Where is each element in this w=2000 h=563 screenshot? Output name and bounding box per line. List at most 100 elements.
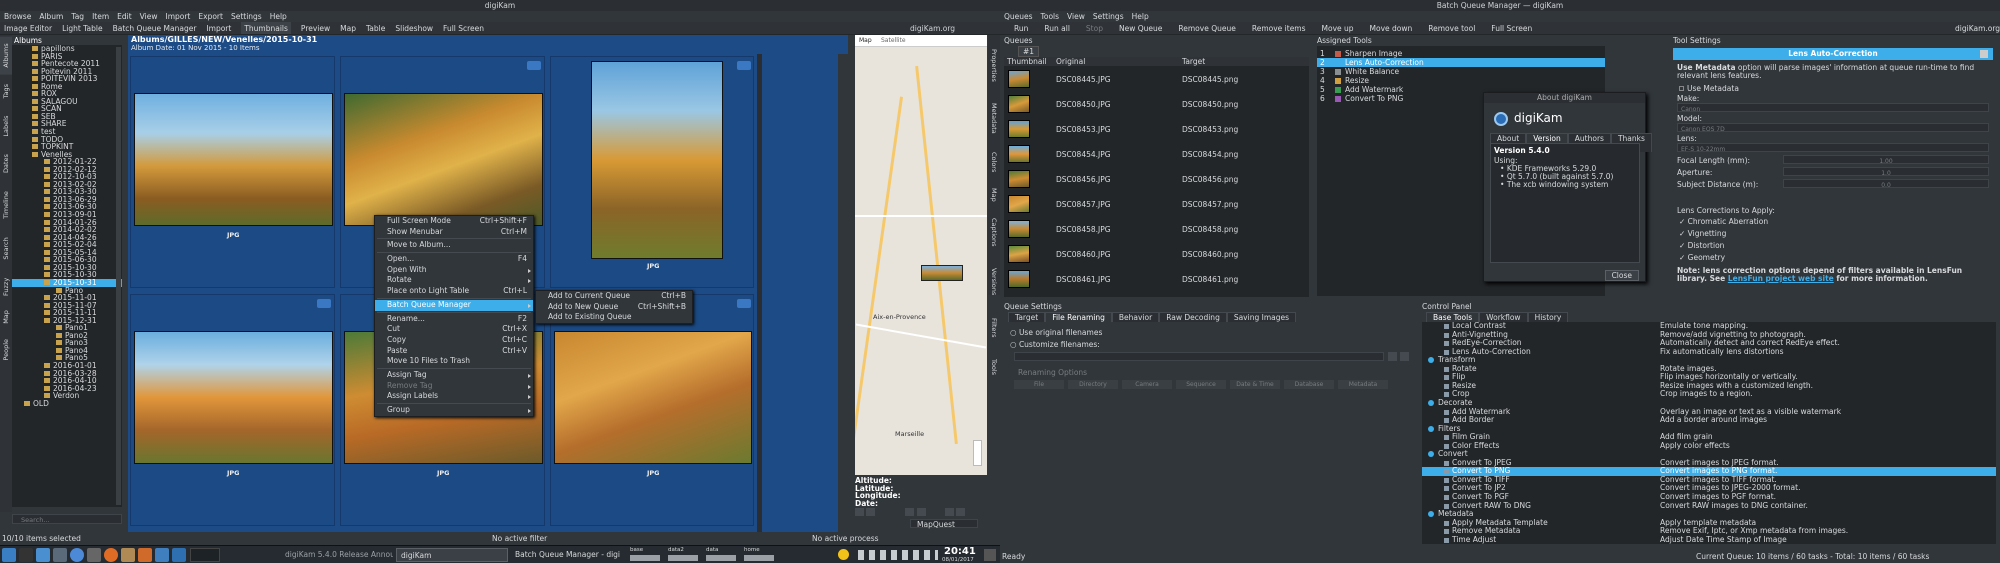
image-thumbnail[interactable] — [554, 331, 752, 464]
image-card[interactable]: JPG — [130, 294, 335, 526]
menu-help[interactable]: Help — [270, 11, 287, 22]
col-target[interactable]: Target — [1182, 57, 1205, 66]
toolbar-batch-queue-manager-button[interactable]: Batch Queue Manager — [113, 22, 197, 34]
album-tree-item[interactable]: papillons — [12, 45, 122, 53]
toolbar-slideshow-button[interactable]: Slideshow — [395, 22, 433, 34]
group-expand-icon[interactable] — [1428, 399, 1434, 406]
sidebar-tab-timeline[interactable]: Timeline — [0, 182, 12, 229]
album-tree-item[interactable]: 2016-04-10 — [12, 377, 122, 385]
use-original-radio[interactable]: ○ Use original filenames — [1010, 328, 1102, 337]
control-tab-history[interactable]: History — [1527, 312, 1569, 322]
sidebar-tab-labels[interactable]: Labels — [0, 107, 12, 145]
album-tree-item[interactable]: 2015-06-30 — [12, 256, 122, 264]
submenu-item[interactable]: Add to Existing Queue — [536, 312, 692, 323]
tool-row[interactable]: Color Effects Apply color effects — [1422, 441, 1996, 451]
sidebar-tab-people[interactable]: People — [0, 331, 12, 369]
satellite-tab[interactable]: Satellite — [881, 37, 906, 44]
menu-tag[interactable]: Tag — [71, 11, 84, 22]
context-menu-item[interactable]: Rotate — [375, 275, 533, 286]
map-toolbar[interactable] — [855, 508, 987, 518]
toolbar-preview-button[interactable]: Preview — [301, 22, 330, 34]
album-tree-item[interactable]: 2015-12-31 — [12, 317, 122, 325]
start-menu-icon[interactable] — [2, 548, 16, 562]
album-tree-item[interactable]: 2013-09-01 — [12, 211, 122, 219]
sidebar-tab-properties[interactable]: Properties — [988, 37, 1000, 93]
group-expand-icon[interactable] — [1428, 451, 1434, 458]
tool-close-icon[interactable] — [1980, 50, 1988, 58]
context-menu-item[interactable]: Batch Queue Manager — [375, 299, 533, 311]
menu-browse[interactable]: Browse — [4, 11, 31, 22]
image-card[interactable]: JPG — [550, 56, 754, 288]
context-menu-item[interactable]: Assign Labels — [375, 391, 533, 402]
context-menu-item[interactable]: Place onto Light Table Ctrl+L — [375, 286, 533, 297]
sidebar-tab-map[interactable]: Map — [0, 305, 12, 329]
pattern-clear-button[interactable] — [1400, 352, 1409, 361]
album-tree-item[interactable]: TODO — [12, 136, 122, 144]
album-tree-item[interactable]: 2015-11-01 — [12, 294, 122, 302]
toolbar-full-screen-button[interactable]: Full Screen — [443, 22, 484, 34]
kmail-icon[interactable] — [53, 548, 67, 562]
album-tree-item[interactable]: POITEVIN 2013 — [12, 75, 122, 83]
zoom-controls[interactable] — [973, 440, 982, 466]
image-card[interactable]: JPG — [550, 294, 754, 526]
select-badge-icon[interactable] — [737, 299, 751, 308]
submenu-item[interactable]: Add to Current Queue Ctrl+B — [536, 291, 692, 302]
queue-settings-tab-raw-decoding[interactable]: Raw Decoding — [1159, 312, 1227, 322]
website-link[interactable]: digiKam.org — [1955, 22, 2000, 35]
rename-option-button[interactable]: Sequence — [1176, 380, 1226, 389]
album-tree-item[interactable]: 2016-04-23 — [12, 385, 122, 393]
rename-option-button[interactable]: Database — [1284, 380, 1334, 389]
album-tree-item[interactable]: PARIS — [12, 53, 122, 61]
tool-row[interactable]: Time Adjust Adjust Date Time Stamp of Ima… — [1422, 535, 1996, 545]
toolbar-new-queue-button[interactable]: New Queue — [1119, 22, 1162, 34]
album-tree-item[interactable]: 2014-04-26 — [12, 234, 122, 242]
gimp-icon[interactable] — [121, 548, 135, 562]
album-tree-item[interactable]: Pano1 — [12, 324, 122, 332]
sidebar-tab-filters[interactable]: Filters — [988, 307, 1000, 349]
files-icon[interactable] — [36, 548, 50, 562]
menu-import[interactable]: Import — [165, 11, 190, 22]
vignetting-checkbox[interactable]: ✓ Vignetting — [1679, 229, 1726, 238]
map-tab[interactable]: Map — [859, 37, 872, 44]
sidebar-tab-versions[interactable]: Versions — [988, 258, 1000, 305]
album-tree-item[interactable]: Pano5 — [12, 354, 122, 362]
rename-option-button[interactable]: Date & Time — [1230, 380, 1280, 389]
map-photo-marker[interactable] — [921, 265, 963, 281]
menu-queues[interactable]: Queues — [1004, 11, 1033, 22]
map-provider-select[interactable]: MapQuest — [910, 519, 978, 528]
album-tree-item[interactable]: 2015-10-31 — [12, 278, 122, 287]
queue-list[interactable]: Thumbnail Original Target DSC08445.JPG DS… — [1004, 57, 1309, 297]
assigned-tool-item[interactable]: 3 White Balance — [1317, 67, 1605, 76]
about-dialog[interactable]: About digiKam digiKam About Version Author… — [1483, 92, 1652, 282]
album-tree-item[interactable]: Rome — [12, 83, 122, 91]
album-tree-item[interactable]: SALAGOU — [12, 98, 122, 106]
image-thumbnail[interactable] — [591, 61, 723, 259]
rename-option-button[interactable]: Metadata — [1338, 380, 1388, 389]
toolbar-move-up-button[interactable]: Move up — [1322, 22, 1354, 34]
rename-option-button[interactable]: File — [1014, 380, 1064, 389]
album-tree-item[interactable]: 2013-06-29 — [12, 196, 122, 204]
task-item[interactable]: Batch Queue Manager - digi — [515, 548, 623, 562]
context-menu-item[interactable]: Show Menubar Ctrl+M — [375, 227, 533, 238]
album-tree-item[interactable]: 2015-05-14 — [12, 249, 122, 257]
album-tree-item[interactable]: SCAN — [12, 105, 122, 113]
krita-icon[interactable] — [138, 548, 152, 562]
tool-row[interactable]: Crop Crop images to a region. — [1422, 390, 1996, 399]
toolbar-run-all-button[interactable]: Run all — [1044, 22, 1070, 34]
context-menu-item[interactable]: Copy Ctrl+C — [375, 335, 533, 346]
menu-album[interactable]: Album — [39, 11, 63, 22]
tools-list[interactable]: Local Contrast Emulate tone mapping. Anti-… — [1422, 321, 1996, 545]
album-tree[interactable]: papillons PARIS Pentecote 2011 Poitevin 201… — [12, 45, 122, 507]
album-tree-item[interactable]: 2012-10-03 — [12, 173, 122, 181]
desktop-icon[interactable] — [984, 549, 996, 561]
menu-tools[interactable]: Tools — [1041, 11, 1059, 22]
album-tree-item[interactable]: 2016-01-01 — [12, 362, 122, 370]
queue-settings-tab-saving-images[interactable]: Saving Images — [1226, 312, 1297, 322]
context-menu-item[interactable]: Open With — [375, 265, 533, 276]
album-tree-item[interactable]: Verdon — [12, 392, 122, 400]
toolbar-remove-tool-button[interactable]: Remove tool — [1428, 22, 1475, 34]
map-view[interactable]: Map Satellite Aix-en-Provence Marseille — [855, 35, 987, 475]
weather-icon[interactable] — [838, 549, 849, 560]
chromatic-checkbox[interactable]: ✓ Chromatic Aberration — [1679, 217, 1768, 226]
queue-settings-tab-behavior[interactable]: Behavior — [1111, 312, 1160, 322]
